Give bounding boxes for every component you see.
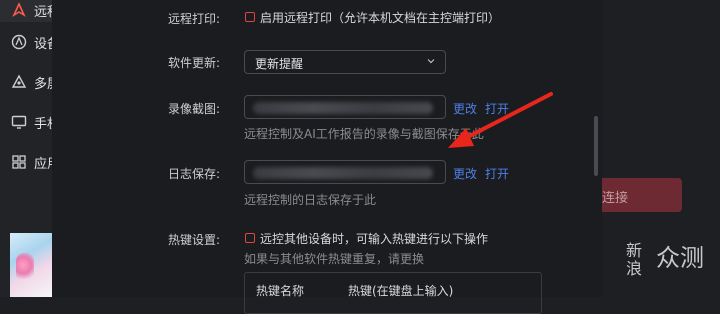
recording-path-field[interactable]: [244, 95, 446, 119]
hotkey-checkbox[interactable]: [245, 233, 255, 243]
sidebar-item-label: 设备: [34, 36, 52, 52]
log-change-link[interactable]: 更改: [453, 165, 477, 182]
software-update-label: 软件更新:: [168, 56, 221, 70]
remote-icon: [10, 1, 28, 19]
sidebar-item-label: 远程: [34, 4, 52, 20]
remote-print-label: 远程打印:: [168, 12, 221, 26]
hotkey-table-header-name: 热键名称: [256, 284, 305, 298]
sidebar-item-label: 应用: [34, 156, 52, 172]
sidebar-item-devices[interactable]: 设备: [0, 32, 52, 52]
recording-label: 录像截图:: [168, 102, 221, 116]
remote-print-checkbox[interactable]: [245, 12, 255, 22]
sidebar-item-label: 多屏: [34, 76, 52, 92]
log-open-link[interactable]: 打开: [485, 165, 509, 182]
sidebar-item-remote[interactable]: 远程: [0, 0, 52, 22]
sidebar-item-phone[interactable]: 手机: [0, 112, 52, 132]
recording-change-link[interactable]: 更改: [453, 100, 477, 117]
devices-icon: [10, 33, 28, 51]
hotkey-checkbox-text: 远控其他设备时，可输入热键进行以下操作: [260, 232, 489, 246]
log-path-field[interactable]: [244, 160, 446, 184]
sidebar-item-label: 手机: [34, 116, 52, 132]
hotkey-hint: 如果与其他软件热键重复，请更换: [244, 252, 425, 266]
recording-open-link[interactable]: 打开: [485, 100, 509, 117]
software-update-select[interactable]: 更新提醒: [244, 50, 446, 74]
sidebar-item-multi-screen[interactable]: 多屏: [0, 72, 52, 92]
hotkey-table-header-key: 热键(在键盘上输入): [348, 284, 454, 298]
log-save-label: 日志保存:: [168, 167, 221, 181]
multi-screen-icon: [10, 73, 28, 91]
blurred-path: [253, 102, 433, 114]
chevron-down-icon: [427, 59, 435, 64]
software-update-value: 更新提醒: [255, 57, 304, 71]
blurred-path: [253, 167, 433, 179]
monitor-icon: [10, 113, 28, 131]
remote-print-checkbox-text: 启用远程打印（允许本机文档在主控端打印）: [260, 11, 501, 25]
connect-button-label: 连接: [602, 191, 629, 206]
log-save-hint: 远程控制的日志保存于此: [244, 193, 377, 207]
scrollbar[interactable]: [594, 116, 598, 176]
sidebar: 远程 设备 多屏 手机 应用: [0, 0, 52, 297]
hotkey-label: 热键设置:: [168, 233, 221, 247]
wallpaper-thumbnail: [10, 233, 52, 297]
connect-button[interactable]: 连接: [594, 178, 682, 212]
recording-hint: 远程控制及AI工作报告的录像与截图保存于此: [244, 127, 484, 141]
sidebar-item-apps[interactable]: 应用: [0, 152, 52, 172]
apps-icon: [10, 153, 28, 171]
